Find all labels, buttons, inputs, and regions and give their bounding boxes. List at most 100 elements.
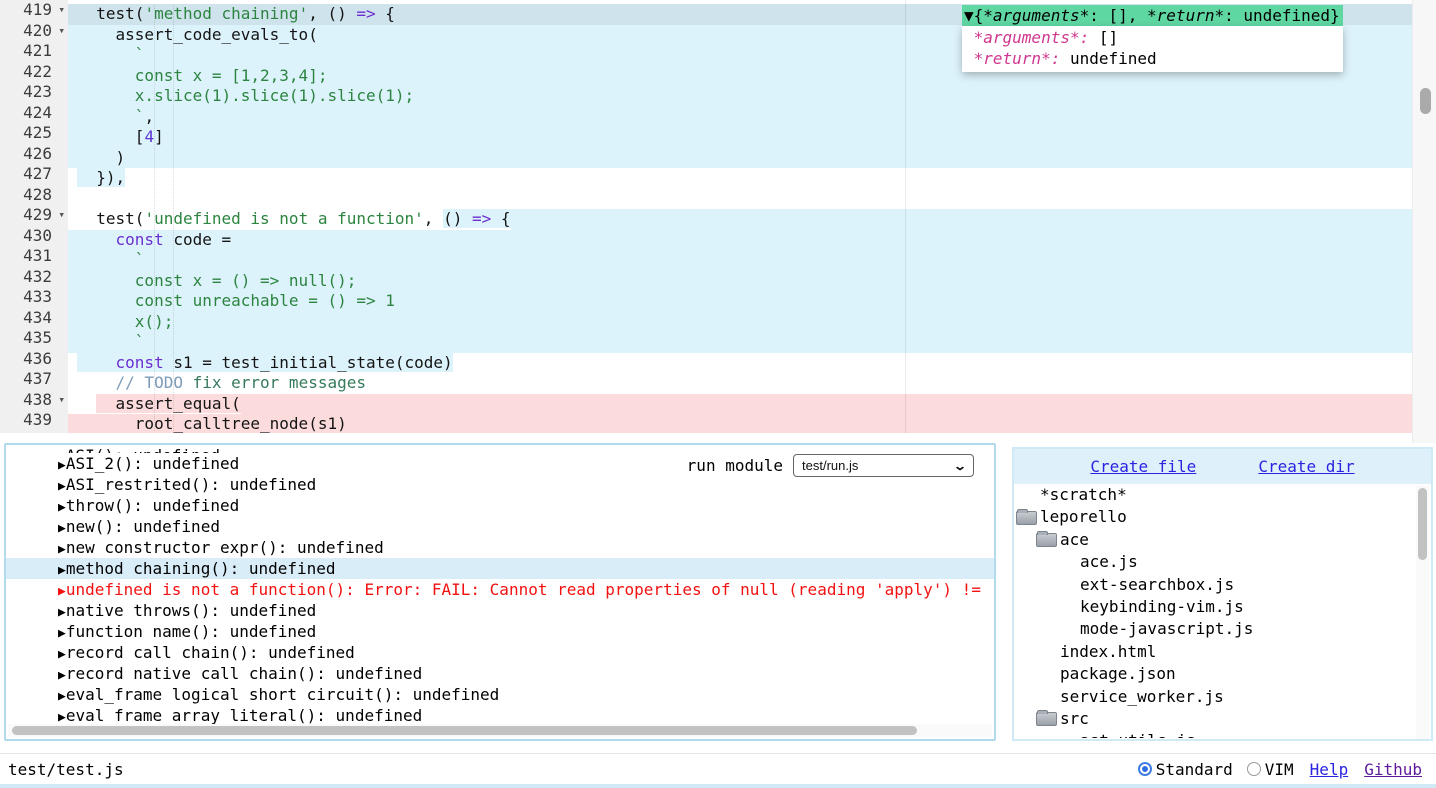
tree-item-ext-searchbox-js[interactable]: ext-searchbox.js <box>1014 574 1431 596</box>
call-list-scrollbar-thumb[interactable] <box>12 726 917 735</box>
code-line-423[interactable]: x.slice(1).slice(1).slice(1); <box>68 86 1412 107</box>
editor-vertical-scrollbar[interactable] <box>1412 0 1436 443</box>
run-module-control: run module test/run.js ⌄ <box>687 454 974 477</box>
code-line-431[interactable]: ` <box>68 250 1412 271</box>
github-link[interactable]: Github <box>1364 760 1422 779</box>
expand-arrow-icon[interactable]: ▶ <box>58 458 66 473</box>
code-token: const <box>116 353 164 372</box>
tree-item-ast-utils-js[interactable]: ast_utils.js <box>1014 730 1431 738</box>
line-number: 439 <box>23 410 52 431</box>
code-token: 'undefined is not a function' <box>144 209 423 228</box>
tree-item-ace-js[interactable]: ace.js <box>1014 551 1431 573</box>
tree-item-src[interactable]: src <box>1014 708 1431 730</box>
fold-arrow-icon[interactable]: ▾ <box>58 205 65 226</box>
tree-item-mode-javascript-js[interactable]: mode-javascript.js <box>1014 618 1431 640</box>
keybinding-radio-standard[interactable]: Standard <box>1138 760 1233 779</box>
code-line-435[interactable]: ` <box>68 332 1412 353</box>
create-file-link[interactable]: Create file <box>1090 457 1196 476</box>
status-bar-right: Standard VIM Help Github <box>1138 760 1422 779</box>
call-result-item[interactable]: ▶undefined is not a function(): Error: F… <box>6 579 996 600</box>
call-result-item[interactable]: ▶throw(): undefined <box>6 495 996 516</box>
expand-arrow-icon[interactable]: ▶ <box>58 626 66 641</box>
code-token: => <box>472 209 491 228</box>
run-module-select[interactable]: test/run.js ⌄ <box>793 454 974 477</box>
code-line-436[interactable]: const s1 = test_initial_state(code) <box>68 353 1412 374</box>
call-result-item[interactable]: ▶record native call chain(): undefined <box>6 663 996 684</box>
keybinding-radio-vim[interactable]: VIM <box>1247 760 1294 779</box>
expand-arrow-icon[interactable]: ▶ <box>58 710 66 725</box>
expand-arrow-icon[interactable]: ▶ <box>58 647 66 662</box>
expand-arrow-icon[interactable]: ▶ <box>58 584 66 599</box>
code-token: ` <box>77 107 144 126</box>
line-number: 419 <box>23 0 52 21</box>
code-token: , () <box>308 4 356 23</box>
tree-item-index-html[interactable]: index.html <box>1014 641 1431 663</box>
call-result-item[interactable]: ▶new(): undefined <box>6 516 996 537</box>
code-line-427[interactable]: }), <box>68 168 1412 189</box>
tooltip-summary-row[interactable]: ▼{*arguments*: [], *return*: undefined} <box>962 5 1343 26</box>
tree-item-keybinding-vim-js[interactable]: keybinding-vim.js <box>1014 596 1431 618</box>
call-result-item[interactable]: ▶ASI_restrited(): undefined <box>6 474 996 495</box>
call-list-horizontal-scrollbar[interactable] <box>8 724 992 737</box>
file-tree-scrollbar[interactable] <box>1416 486 1429 739</box>
line-number: 423 <box>23 82 52 103</box>
line-number: 434 <box>23 308 52 329</box>
code-token: { <box>491 209 510 228</box>
tree-item-label: src <box>1060 708 1089 730</box>
expand-arrow-icon[interactable]: ▶ <box>58 689 66 704</box>
expand-arrow-icon[interactable]: ▶ <box>58 668 66 683</box>
call-result-item[interactable]: ▶native throws(): undefined <box>6 600 996 621</box>
code-token: test( <box>77 209 144 228</box>
code-token: // TODO <box>77 373 183 392</box>
call-result-item[interactable]: ▶method chaining(): undefined <box>6 558 994 579</box>
code-line-432[interactable]: const x = () => null(); <box>68 271 1412 292</box>
folder-icon <box>1036 533 1057 547</box>
code-line-429[interactable]: test('undefined is not a function', () =… <box>68 209 1412 230</box>
file-tree-scrollbar-thumb[interactable] <box>1418 488 1427 560</box>
code-token: ] <box>154 127 164 146</box>
code-line-424[interactable]: `, <box>68 107 1412 128</box>
fold-arrow-icon[interactable]: ▾ <box>58 390 65 411</box>
expand-arrow-icon[interactable]: ▶ <box>58 479 66 494</box>
tooltip-entry[interactable]: *return*: undefined <box>964 48 1337 69</box>
folder-icon <box>1036 712 1057 726</box>
code-line-434[interactable]: x(); <box>68 312 1412 333</box>
call-result-item[interactable]: ▶ASI(): undefined <box>6 445 996 453</box>
code-line-428[interactable] <box>68 189 1412 210</box>
radio-icon[interactable] <box>1247 762 1261 776</box>
tree-item-package-json[interactable]: package.json <box>1014 663 1431 685</box>
tree-item--scratch-[interactable]: *scratch* <box>1014 484 1431 506</box>
code-line-426[interactable]: ) <box>68 148 1412 169</box>
expand-arrow-icon[interactable]: ▶ <box>58 542 66 557</box>
tooltip-entry[interactable]: *arguments*: [] <box>964 27 1337 48</box>
call-result-item[interactable]: ▶new constructor expr(): undefined <box>6 537 996 558</box>
tree-item-ace[interactable]: ace <box>1014 529 1431 551</box>
code-line-433[interactable]: const unreachable = () => 1 <box>68 291 1412 312</box>
code-line-437[interactable]: // TODO fix error messages <box>68 373 1412 394</box>
expand-arrow-icon[interactable]: ▶ <box>58 521 66 536</box>
call-result-item[interactable]: ▶record call chain(): undefined <box>6 642 996 663</box>
tree-item-leporello[interactable]: leporello <box>1014 506 1431 528</box>
line-number: 422 <box>23 62 52 83</box>
code-line-439[interactable]: root_calltree_node(s1) <box>68 414 1412 433</box>
expand-arrow-icon[interactable]: ▶ <box>58 500 66 515</box>
call-result-label: native throws(): undefined <box>66 601 316 620</box>
editor-scrollbar-thumb[interactable] <box>1420 88 1431 114</box>
code-token: ) <box>77 148 125 167</box>
code-line-438[interactable]: assert_equal( <box>68 394 1412 415</box>
tree-item-service-worker-js[interactable]: service_worker.js <box>1014 686 1431 708</box>
code-line-425[interactable]: [4] <box>68 127 1412 148</box>
call-result-item[interactable]: ▶function name(): undefined <box>6 621 996 642</box>
help-link[interactable]: Help <box>1310 760 1349 779</box>
gutter-row: 432 <box>0 267 68 288</box>
fold-arrow-icon[interactable]: ▾ <box>58 0 65 21</box>
call-result-item[interactable]: ▶eval_frame array_literal(): undefined <box>6 705 996 726</box>
expand-arrow-icon[interactable]: ▶ <box>58 605 66 620</box>
tooltip-entry-key: *arguments*: <box>964 28 1089 47</box>
fold-arrow-icon[interactable]: ▾ <box>58 21 65 42</box>
create-dir-link[interactable]: Create dir <box>1258 457 1354 476</box>
expand-arrow-icon[interactable]: ▶ <box>58 563 66 578</box>
radio-icon[interactable] <box>1138 762 1152 776</box>
call-result-item[interactable]: ▶eval_frame logical short circuit(): und… <box>6 684 996 705</box>
code-line-430[interactable]: const code = <box>68 230 1412 251</box>
